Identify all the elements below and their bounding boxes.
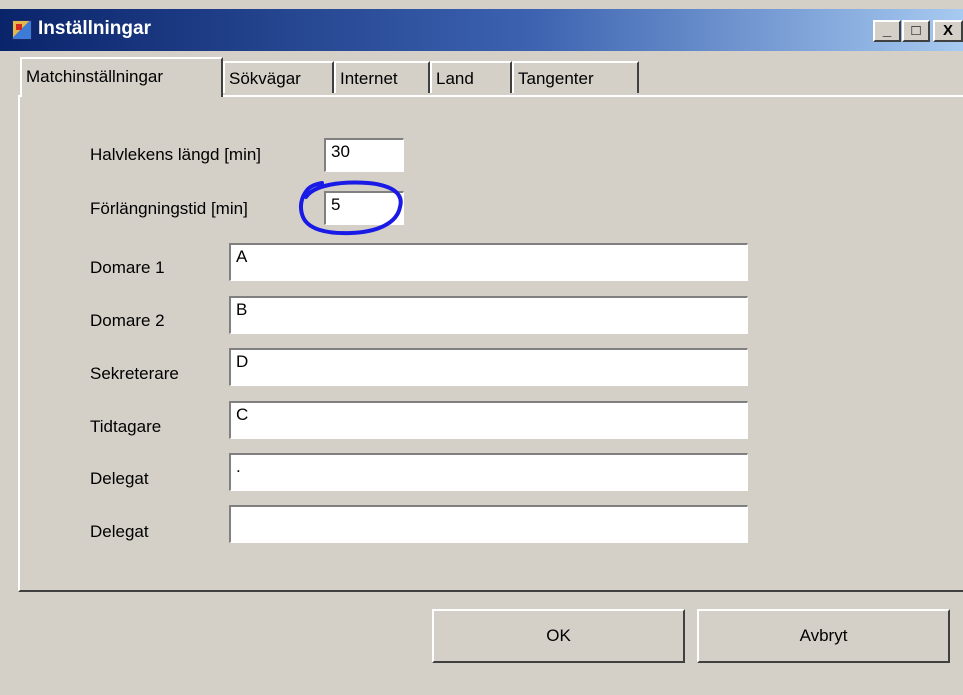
referee1-label: Domare 1 [90, 258, 165, 277]
tab-sokvagar[interactable]: Sökvägar [223, 61, 334, 93]
timekeeper-label: Tidtagare [90, 417, 162, 436]
window-title: Inställningar [38, 18, 151, 39]
delegate1-label: Delegat [90, 469, 149, 488]
tab-matchinstallningar[interactable]: Matchinställningar [20, 57, 223, 97]
close-button[interactable]: X [933, 20, 963, 42]
title-bar[interactable]: Inställningar _ □ X [0, 9, 963, 51]
annotation-stroke [298, 180, 403, 236]
tab-land[interactable]: Land [430, 61, 512, 93]
referee2-label: Domare 2 [90, 311, 165, 330]
maximize-button[interactable]: □ [902, 20, 930, 42]
timekeeper-input[interactable]: C [229, 401, 748, 439]
referee2-input[interactable]: B [229, 296, 748, 334]
tab-internet[interactable]: Internet [334, 61, 430, 93]
minimize-button[interactable]: _ [873, 20, 901, 42]
secretary-label: Sekreterare [90, 364, 179, 383]
settings-window: Inställningar _ □ X Matchinställningar S… [0, 0, 963, 695]
delegate1-input[interactable]: . [229, 453, 748, 491]
ok-button[interactable]: OK [432, 609, 685, 663]
delegate2-input[interactable] [229, 505, 748, 543]
hand-drawn-circle-annotation [298, 180, 403, 236]
referee1-input[interactable]: A [229, 243, 748, 281]
half-length-label: Halvlekens längd [min] [90, 145, 262, 164]
extra-time-label: Förlängningstid [min] [90, 199, 248, 218]
secretary-input[interactable]: D [229, 348, 748, 386]
delegate2-label: Delegat [90, 522, 149, 541]
tab-tangenter[interactable]: Tangenter [512, 61, 639, 93]
cancel-button[interactable]: Avbryt [697, 609, 950, 663]
half-length-input[interactable]: 30 [324, 138, 404, 172]
app-settings-icon [12, 20, 32, 40]
